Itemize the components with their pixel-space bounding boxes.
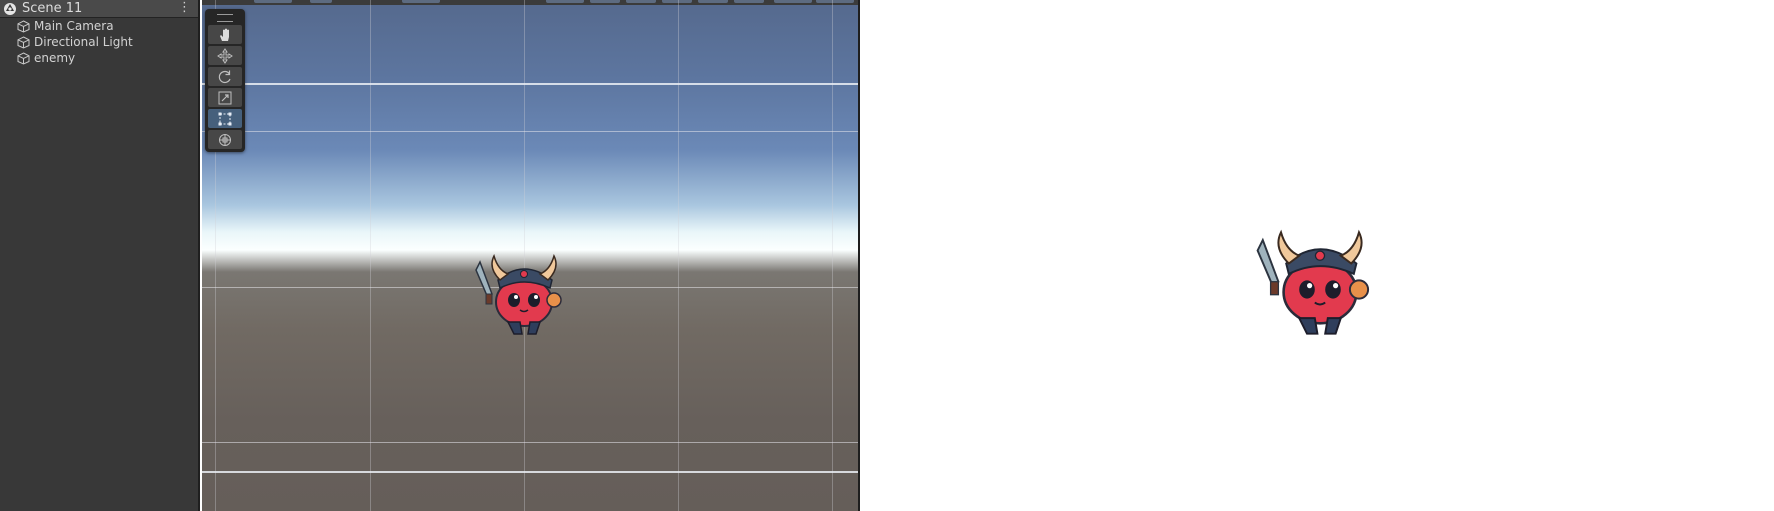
grid-line xyxy=(202,131,858,132)
toolbar-tab[interactable] xyxy=(626,0,656,3)
tool-palette xyxy=(205,9,245,152)
scene-view[interactable] xyxy=(202,0,858,511)
toolbar-tab[interactable] xyxy=(662,0,692,3)
hand-tool-button[interactable] xyxy=(208,25,242,44)
toolbar-tab[interactable] xyxy=(402,0,440,3)
hierarchy-item-label: Main Camera xyxy=(34,19,114,33)
scale-tool-button[interactable] xyxy=(208,88,242,107)
grid-line xyxy=(370,0,371,511)
scene-header[interactable]: Scene 11 ⋮ xyxy=(0,0,198,18)
hierarchy-item-enemy[interactable]: enemy xyxy=(0,50,198,66)
camera-frame-top xyxy=(202,83,858,85)
hierarchy-item-main-camera[interactable]: Main Camera xyxy=(0,18,198,34)
transform-gizmo-icon xyxy=(219,133,231,146)
toolbar-tab[interactable] xyxy=(546,0,584,3)
gameobject-cube-icon xyxy=(17,19,30,33)
rotate-icon xyxy=(218,70,231,83)
scene-toolbar-strip xyxy=(202,0,858,5)
transform-tool-button[interactable] xyxy=(208,130,242,149)
rect-transform-icon xyxy=(218,112,232,125)
drag-handle-icon[interactable] xyxy=(217,14,233,22)
scene-name: Scene 11 xyxy=(22,1,83,16)
move-tool-button[interactable] xyxy=(208,46,242,65)
toolbar-tab[interactable] xyxy=(590,0,620,3)
hierarchy-item-label: Directional Light xyxy=(34,35,133,49)
hierarchy-list: Main Camera Directional Light enemy xyxy=(0,18,198,66)
grid-line xyxy=(678,0,679,511)
toolbar-tab[interactable] xyxy=(254,0,292,3)
camera-frame-bottom xyxy=(202,471,858,473)
scale-icon xyxy=(218,91,232,104)
enemy-sprite-game xyxy=(1256,229,1370,335)
toolbar-tab[interactable] xyxy=(310,0,332,3)
hand-icon xyxy=(220,28,229,41)
toolbar-tab[interactable] xyxy=(816,0,854,3)
rotate-tool-button[interactable] xyxy=(208,67,242,86)
hierarchy-panel: Scene 11 ⋮ Main Camera Directional Light… xyxy=(0,0,200,511)
toolbar-tab[interactable] xyxy=(774,0,812,3)
grid-line xyxy=(832,0,833,511)
hierarchy-item-directional-light[interactable]: Directional Light xyxy=(0,34,198,50)
grid-line xyxy=(202,442,858,443)
unity-scene-icon xyxy=(4,2,16,15)
toolbar-tab[interactable] xyxy=(698,0,728,3)
rect-tool-button[interactable] xyxy=(208,109,242,128)
gameobject-cube-icon xyxy=(17,35,30,49)
hierarchy-item-label: enemy xyxy=(34,51,76,65)
enemy-sprite[interactable] xyxy=(473,250,575,340)
gameobject-cube-icon xyxy=(17,51,30,65)
toolbar-tab[interactable] xyxy=(734,0,764,3)
kebab-menu-icon[interactable]: ⋮ xyxy=(178,1,191,15)
move-arrows-icon xyxy=(217,47,233,64)
